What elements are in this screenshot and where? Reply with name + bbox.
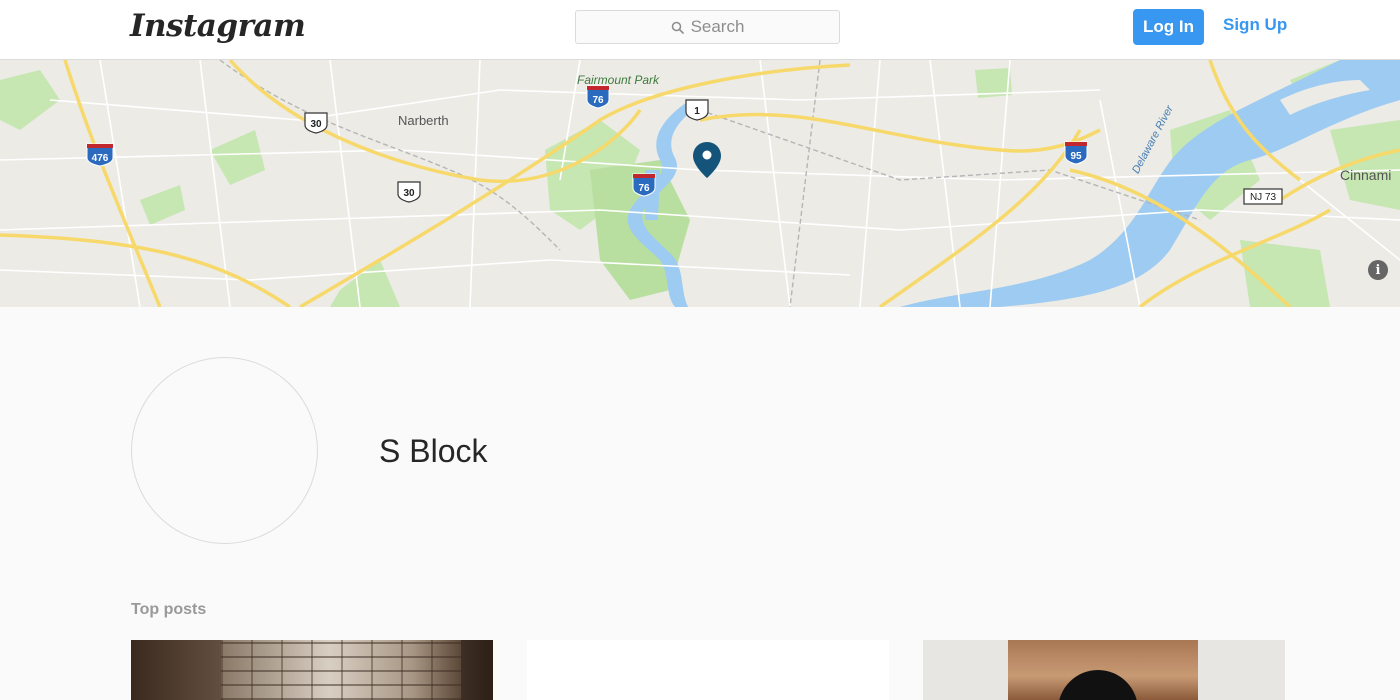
map-canvas: 476 76 76 95 1 30 30 NJ 73 — [0, 60, 1400, 307]
map-label-cinnaminson: Cinnami — [1340, 167, 1392, 183]
svg-text:76: 76 — [592, 95, 604, 106]
svg-text:NJ 73: NJ 73 — [1250, 192, 1277, 203]
i76-south-shield: 76 — [632, 173, 656, 197]
location-pin-icon — [693, 142, 721, 178]
top-post-3[interactable] — [923, 640, 1285, 700]
svg-text:76: 76 — [638, 183, 650, 194]
svg-text:30: 30 — [403, 188, 415, 199]
top-post-2[interactable] — [527, 640, 889, 700]
us30-north-shield: 30 — [304, 112, 328, 134]
instagram-logo[interactable]: Instagram — [130, 8, 306, 44]
map-label-fairmount-park: Fairmount Park — [577, 73, 660, 87]
i95-shield: 95 — [1064, 141, 1088, 165]
top-posts-title: Top posts — [131, 601, 207, 618]
location-map[interactable]: 476 76 76 95 1 30 30 NJ 73 Fairmount Par… — [0, 60, 1400, 307]
post-1-image — [221, 640, 461, 700]
map-label-narberth: Narberth — [398, 113, 449, 128]
svg-text:30: 30 — [310, 119, 322, 130]
i76-north-shield: 76 — [586, 85, 610, 109]
top-post-1[interactable] — [131, 640, 493, 700]
us30-south-shield: 30 — [397, 181, 421, 203]
top-nav: Instagram Search Log In Sign Up — [0, 0, 1400, 60]
search-icon — [671, 21, 684, 34]
search-placeholder: Search — [690, 17, 745, 36]
location-avatar — [131, 357, 318, 544]
signup-link[interactable]: Sign Up — [1223, 15, 1287, 35]
i476-shield: 476 — [86, 143, 114, 167]
svg-text:95: 95 — [1070, 151, 1082, 162]
search-placeholder-wrap: Search — [671, 17, 745, 37]
map-info-icon[interactable]: i — [1368, 260, 1388, 280]
svg-text:476: 476 — [92, 153, 109, 164]
login-button[interactable]: Log In — [1133, 9, 1204, 45]
search-input[interactable]: Search — [575, 10, 840, 44]
place-name: S Block — [379, 433, 488, 469]
us1-shield: 1 — [685, 99, 709, 121]
svg-text:1: 1 — [694, 106, 700, 117]
nj73-shield: NJ 73 — [1243, 188, 1283, 205]
